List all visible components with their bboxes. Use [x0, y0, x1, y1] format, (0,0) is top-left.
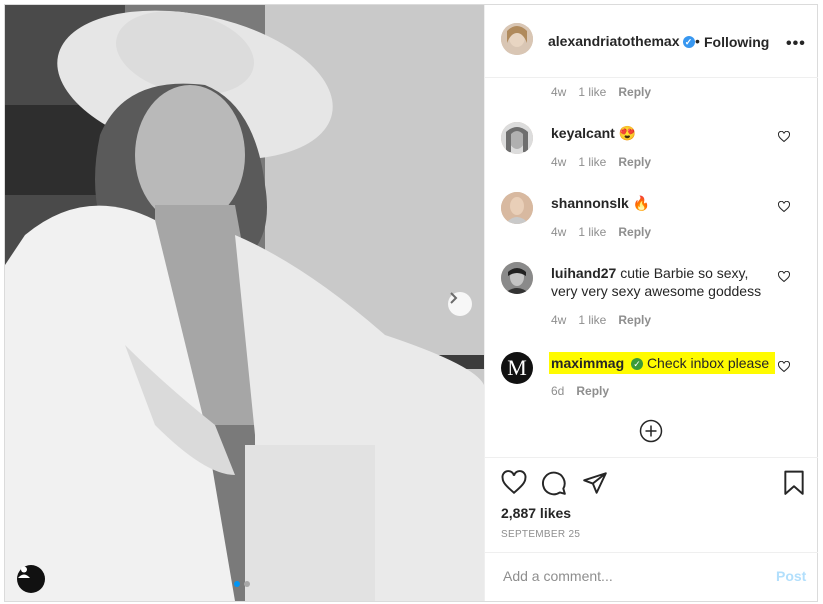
author-username[interactable]: alexandriatothemax ✓	[548, 33, 695, 49]
following-button[interactable]: Following	[704, 34, 769, 50]
share-icon[interactable]	[582, 470, 608, 496]
commenter-avatar[interactable]	[501, 122, 533, 154]
comment-age: 4w	[551, 85, 567, 99]
highlighted-comment: maximmag ✓ Check inbox please	[549, 352, 776, 374]
comment-age: 4w	[551, 225, 567, 239]
maxim-logo-letter: M	[507, 355, 527, 380]
verified-icon: ✓	[631, 358, 644, 370]
heart-outline-icon[interactable]	[778, 201, 790, 213]
comment-meta: 4w 1 like Reply	[551, 155, 663, 169]
comments-list[interactable]: 4w 1 like Reply keyalcant 😍 4w 1 like Reply	[485, 78, 818, 456]
comment-meta: 6d Reply	[551, 384, 621, 398]
tagged-users-button[interactable]	[17, 565, 45, 593]
comment-meta: 4w 1 like Reply	[551, 225, 663, 239]
photo-illustration	[5, 5, 484, 601]
author-avatar[interactable]	[501, 23, 533, 55]
comment-row: shannonslk 🔥 4w 1 like Reply	[485, 180, 818, 250]
post-comment-button[interactable]: Post	[776, 568, 806, 584]
comment-text-block: keyalcant 😍	[551, 124, 766, 142]
comment-username[interactable]: keyalcant	[551, 125, 615, 141]
comment-meta: 4w 1 like Reply	[551, 85, 663, 99]
verified-icon: ✓	[682, 36, 695, 48]
comment-row: 4w 1 like Reply	[485, 78, 818, 99]
comment-input[interactable]	[501, 567, 755, 585]
chevron-right-icon	[450, 292, 458, 304]
heart-outline-icon[interactable]	[778, 131, 790, 143]
maxim-avatar[interactable]: M	[501, 352, 533, 384]
post-actions: 2,887 likes SEPTEMBER 25 Post	[485, 457, 818, 602]
reply-button[interactable]: Reply	[618, 225, 651, 239]
comment-likes[interactable]: 1 like	[578, 155, 606, 169]
comment-icon[interactable]	[541, 470, 567, 496]
save-bookmark-icon[interactable]	[782, 470, 806, 496]
instagram-post-frame: alexandriatothemax ✓ • Following ••• 4w 1 …	[4, 4, 818, 602]
add-comment-bar: Post	[485, 552, 818, 603]
header-separator: •	[695, 33, 700, 49]
carousel-next-button[interactable]	[448, 292, 472, 316]
comment-body: 🔥	[632, 195, 651, 211]
heart-outline-icon[interactable]	[778, 271, 790, 283]
comment-username[interactable]: shannonslk	[551, 195, 629, 211]
post-photo[interactable]	[5, 5, 484, 601]
comment-age: 4w	[551, 313, 567, 327]
comment-text-block: maximmag ✓ Check inbox please	[549, 352, 776, 374]
comment-username[interactable]: maximmag	[551, 355, 624, 371]
more-options-icon[interactable]: •••	[786, 35, 806, 53]
post-header: alexandriatothemax ✓ • Following •••	[485, 5, 818, 78]
heart-outline-icon[interactable]	[778, 361, 790, 373]
reply-button[interactable]: Reply	[618, 313, 651, 327]
like-heart-icon[interactable]	[501, 470, 527, 496]
comment-row: keyalcant 😍 4w 1 like Reply	[485, 110, 818, 180]
post-side-panel: alexandriatothemax ✓ • Following ••• 4w 1 …	[484, 5, 818, 601]
likes-count[interactable]: 2,887 likes	[501, 505, 571, 521]
comment-row: luihand27 cutie Barbie so sexy, very ver…	[485, 250, 818, 340]
load-more-comments-icon[interactable]	[639, 419, 663, 443]
carousel-indicator	[234, 581, 250, 587]
comment-row: M maximmag ✓ Check inbox please 6d Reply	[485, 340, 818, 410]
comment-age: 4w	[551, 155, 567, 169]
comment-body: 😍	[618, 125, 637, 141]
comment-text-block: luihand27 cutie Barbie so sexy, very ver…	[551, 264, 766, 300]
comment-likes[interactable]: 1 like	[578, 85, 606, 99]
carousel-dot	[244, 581, 250, 587]
comment-age: 6d	[551, 384, 565, 398]
commenter-avatar[interactable]	[501, 262, 533, 294]
reply-button[interactable]: Reply	[618, 85, 651, 99]
carousel-dot-active	[234, 581, 240, 587]
comment-meta: 4w 1 like Reply	[551, 313, 663, 327]
comment-likes[interactable]: 1 like	[578, 313, 606, 327]
author-username-text[interactable]: alexandriatothemax	[548, 33, 680, 49]
comment-username[interactable]: luihand27	[551, 265, 616, 281]
user-icon	[18, 566, 30, 578]
reply-button[interactable]: Reply	[618, 155, 651, 169]
post-date[interactable]: SEPTEMBER 25	[501, 529, 580, 540]
reply-button[interactable]: Reply	[576, 384, 609, 398]
comment-likes[interactable]: 1 like	[578, 225, 606, 239]
comment-text-block: shannonslk 🔥	[551, 194, 766, 212]
commenter-avatar[interactable]	[501, 192, 533, 224]
comment-body: Check inbox please	[646, 355, 770, 371]
